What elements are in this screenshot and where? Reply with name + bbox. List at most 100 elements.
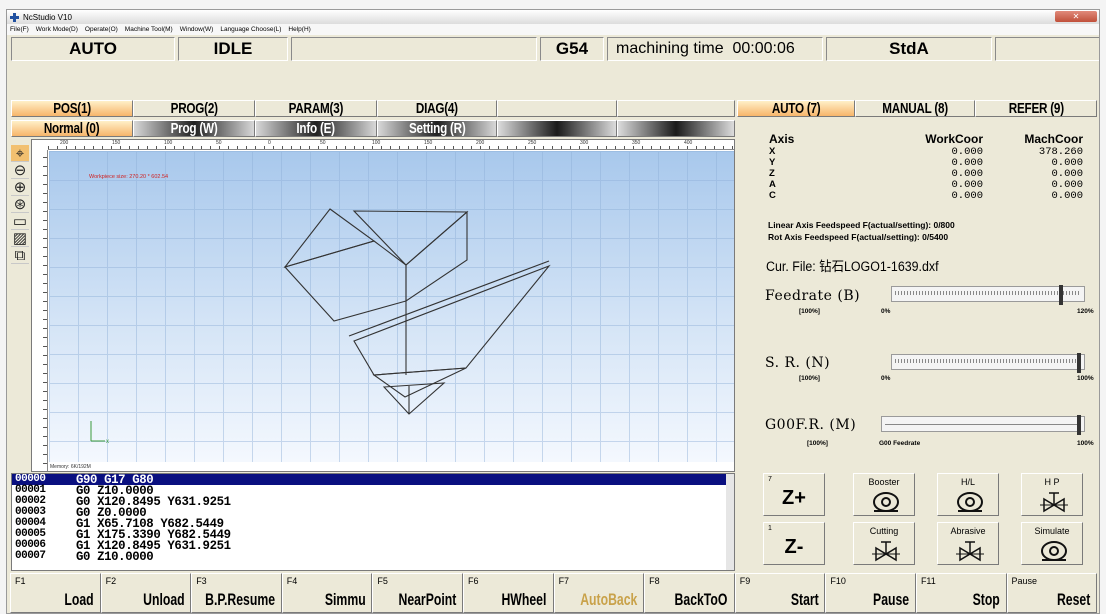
menu-operate[interactable]: Operate(O): [85, 26, 118, 33]
cutting-button[interactable]: Cutting: [853, 522, 915, 565]
rectangle-icon[interactable]: ▭: [11, 213, 29, 230]
axis-row: Y 0.000 0.000: [769, 157, 1083, 169]
subtab-empty-1: [497, 120, 617, 137]
simmu-button[interactable]: F4 Simmu: [281, 573, 373, 613]
app-icon: [10, 12, 19, 22]
ruler-number: 50: [320, 140, 326, 146]
axis-header: Axis WorkCoor MachCoor: [737, 132, 1097, 146]
subtab-empty-2: [617, 120, 735, 137]
memory-label: Memory: 6K/192M: [50, 464, 91, 470]
auto-panel: Axis WorkCoor MachCoor X 0.000 378.260 Y 0.…: [737, 124, 1097, 571]
abrasive-button[interactable]: Abrasive: [937, 522, 999, 565]
subtab-normal[interactable]: Normal (0): [11, 120, 133, 137]
ruler-number: 50: [216, 140, 222, 146]
crosshair-icon[interactable]: ⌖: [11, 145, 29, 162]
menu-bar: File(F) Work Mode(D) Operate(O) Machine …: [7, 24, 1099, 35]
toolpath-viewport[interactable]: 200 150 100 50 0 50 100 150 200 250 300 350 400 Work…: [31, 139, 735, 472]
start-button[interactable]: F9 Start: [734, 573, 826, 613]
bp-resume-button[interactable]: F3 B.P.Resume: [191, 573, 282, 613]
valve-icon: [1040, 492, 1068, 513]
tab-diag[interactable]: DIAG(4): [377, 100, 497, 117]
linear-feedspeed: Linear Axis Feedspeed F(actual/setting):…: [768, 220, 955, 230]
tab-prog[interactable]: PROG(2): [133, 100, 255, 117]
pause-button[interactable]: F10 Pause: [825, 573, 916, 613]
code-scrollbar[interactable]: [726, 474, 734, 570]
subtab-info[interactable]: Info (E): [255, 120, 377, 137]
subtab-prog[interactable]: Prog (W): [133, 120, 255, 137]
spindle-rate-slider-group: S. R. (N) [100%] 0% 100%: [765, 353, 1094, 382]
machcoor-col-header: MachCoor: [1024, 132, 1083, 146]
ruler-number: 400: [684, 140, 693, 146]
zoom-in-icon[interactable]: ⊕: [11, 179, 29, 196]
axis-table: Axis WorkCoor MachCoor X 0.000 378.260 Y 0.…: [737, 132, 1097, 202]
g00-rate-slider[interactable]: [881, 415, 1085, 435]
path-tip: [382, 382, 446, 415]
origin-x-label: x: [106, 439, 109, 445]
tab-refer[interactable]: REFER (9): [975, 100, 1097, 117]
ruler-number: 200: [60, 140, 69, 146]
3d-view-icon[interactable]: ⧉: [11, 247, 29, 264]
simulate-button[interactable]: Simulate: [1021, 522, 1083, 565]
code-line[interactable]: 00007 G0 Z10.0000: [12, 550, 734, 563]
menu-window[interactable]: Window(W): [180, 26, 214, 33]
tab-param[interactable]: PARAM(3): [255, 100, 377, 117]
load-button[interactable]: F1 Load: [10, 573, 101, 613]
machining-time-value: 00:00:06: [732, 40, 795, 57]
path-top-triangle: [352, 210, 469, 266]
top-ruler: 200 150 100 50 0 50 100 150 200 250 300 350 400: [48, 140, 734, 150]
feedrate-label: Feedrate (B): [765, 288, 861, 304]
axis-row: X 0.000 378.260: [769, 146, 1083, 158]
booster-button[interactable]: Booster: [853, 473, 915, 516]
hl-button[interactable]: H/L: [937, 473, 999, 516]
path-lower-triangle: [372, 367, 467, 398]
autoback-button[interactable]: F7 AutoBack: [553, 573, 645, 613]
workcoor-col-header: WorkCoor: [925, 132, 983, 146]
unload-button[interactable]: F2 Unload: [100, 573, 192, 613]
clear-icon[interactable]: ▨: [11, 230, 29, 247]
nearpoint-button[interactable]: F5 NearPoint: [372, 573, 463, 613]
menu-language[interactable]: Language Choose(L): [220, 26, 281, 33]
ruler-number: 300: [580, 140, 589, 146]
motor-icon: [873, 492, 899, 512]
menu-file[interactable]: File(F): [10, 26, 29, 33]
menu-work-mode[interactable]: Work Mode(D): [36, 26, 78, 33]
z-plus-button[interactable]: 7 Z+: [763, 473, 825, 516]
fit-view-icon[interactable]: ⊛: [11, 196, 29, 213]
zoom-out-icon[interactable]: ⊖: [11, 162, 29, 179]
spindle-rate-knob[interactable]: [1077, 353, 1081, 373]
z-minus-button[interactable]: 1 Z-: [763, 522, 825, 565]
function-key-bar: F1 Load F2 Unload F3 B.P.Resume F4 Simmu F5 N…: [10, 573, 1098, 613]
menu-help[interactable]: Help(H): [288, 26, 310, 33]
ruler-number: 0: [268, 140, 271, 146]
tab-manual[interactable]: MANUAL (8): [855, 100, 975, 117]
subtab-setting[interactable]: Setting (R): [377, 120, 497, 137]
g00-rate-slider-group: G00F.R. (M) [100%] G00 Feedrate 100%: [765, 415, 1094, 447]
motor-icon: [1041, 541, 1067, 561]
std-display: StdA: [826, 37, 992, 61]
feedrate-knob[interactable]: [1058, 285, 1063, 305]
toolpath-drawing: x: [90, 208, 551, 445]
backtoo-button[interactable]: F8 BackToO: [644, 573, 735, 613]
axis-row: A 0.000 0.000: [769, 179, 1083, 191]
stop-button[interactable]: F11 Stop: [915, 573, 1007, 613]
ncstudio-window: NcStudio V10 ✕ File(F) Work Mode(D) Oper…: [6, 9, 1100, 614]
tab-auto[interactable]: AUTO (7): [737, 100, 855, 117]
close-button[interactable]: ✕: [1055, 11, 1097, 22]
title-bar: NcStudio V10 ✕: [7, 10, 1099, 24]
tab-pos[interactable]: POS(1): [11, 100, 133, 117]
g00-rate-knob[interactable]: [1077, 415, 1081, 435]
feedrate-slider[interactable]: [891, 285, 1085, 305]
extra-display: [995, 37, 1099, 61]
axis-row: Z 0.000 0.000: [769, 168, 1083, 180]
motor-icon: [957, 492, 983, 512]
ruler-number: 100: [372, 140, 381, 146]
hwheel-button[interactable]: F6 HWheel: [462, 573, 554, 613]
state-display: IDLE: [178, 37, 288, 61]
drawing-canvas[interactable]: Workpiece size: 270.20 * 602.54 x: [49, 151, 734, 462]
rot-feedspeed: Rot Axis Feedspeed F(actual/setting): 0/…: [768, 232, 949, 242]
gcode-listing[interactable]: 00000 G90 G17 G80 00001 G0 Z10.0000 00002 G…: [11, 473, 735, 571]
reset-button[interactable]: Pause Reset: [1006, 573, 1098, 613]
spindle-rate-slider[interactable]: [891, 353, 1085, 373]
hp-button[interactable]: H P: [1021, 473, 1083, 516]
menu-machine-tool[interactable]: Machine Tool(M): [125, 26, 173, 33]
